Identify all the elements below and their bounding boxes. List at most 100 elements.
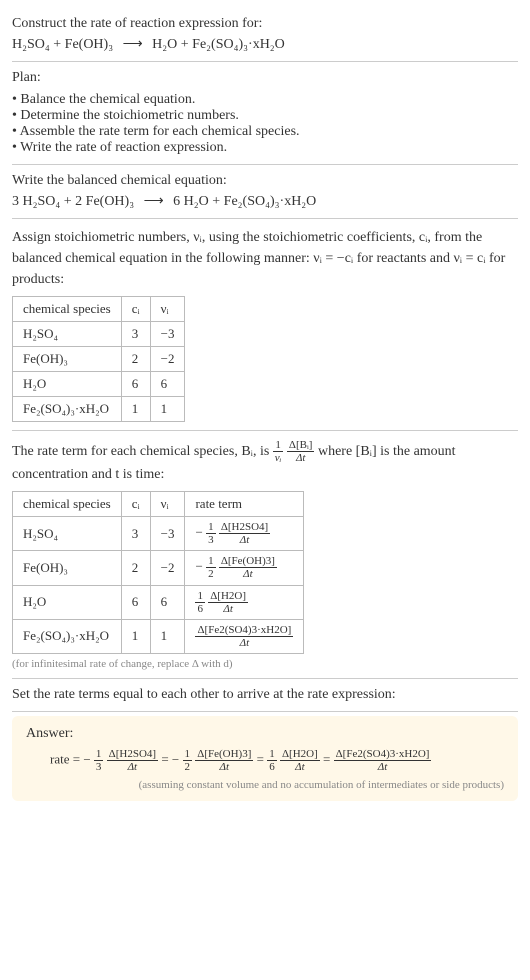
col-header: νᵢ xyxy=(150,492,185,517)
coef-frac: 12 xyxy=(183,748,193,773)
conc-frac: Δ[H2SO4]Δt xyxy=(219,521,270,546)
rate-term-cell: − 13 Δ[H2SO4]Δt xyxy=(185,517,304,551)
table-row: H₂SO₄ 3 −3 xyxy=(13,322,185,347)
final-title: Set the rate terms equal to each other t… xyxy=(12,687,518,703)
stoich-section: Assign stoichiometric numbers, νᵢ, using… xyxy=(12,219,518,431)
answer-title: Answer: xyxy=(26,726,504,742)
nu-cell: −3 xyxy=(150,322,185,347)
rate-intro: The rate term for each chemical species,… xyxy=(12,439,518,485)
frac-num: 1 xyxy=(273,439,284,452)
plan-section: Plan: Balance the chemical equation. Det… xyxy=(12,62,518,165)
species-cell: Fe₂(SO₄)₃·xH₂O xyxy=(13,619,122,653)
reactants: H₂SO₄ + Fe(OH)₃ xyxy=(12,37,113,52)
answer-term: − 13 Δ[H2SO4]Δt xyxy=(83,752,161,767)
c-cell: 6 xyxy=(121,372,150,397)
coef-frac: 12 xyxy=(206,555,216,580)
nu-cell: 6 xyxy=(150,585,185,619)
c-cell: 1 xyxy=(121,619,150,653)
stoich-table: chemical species cᵢ νᵢ H₂SO₄ 3 −3 Fe(OH)… xyxy=(12,296,185,422)
table-header-row: chemical species cᵢ νᵢ xyxy=(13,297,185,322)
plan-item: Balance the chemical equation. xyxy=(12,92,518,108)
rate-term-cell: − 12 Δ[Fe(OH)3]Δt xyxy=(185,551,304,585)
sign: − xyxy=(172,752,179,767)
balanced-equation: 3 H₂SO₄ + 2 Fe(OH)₃ ⟶ 6 H₂O + Fe₂(SO₄)₃·… xyxy=(12,193,518,210)
conc-frac: Δ[Fe(OH)3]Δt xyxy=(195,748,253,773)
coef-frac: 13 xyxy=(94,748,104,773)
plan-item: Write the rate of reaction expression. xyxy=(12,140,518,156)
c-cell: 2 xyxy=(121,347,150,372)
col-header: chemical species xyxy=(13,492,122,517)
equals: = xyxy=(257,752,268,767)
rate-intro-a: The rate term for each chemical species,… xyxy=(12,444,273,459)
answer-term: − 12 Δ[Fe(OH)3]Δt xyxy=(172,752,257,767)
products: H₂O + Fe₂(SO₄)₃·xH₂O xyxy=(152,37,285,52)
balanced-title: Write the balanced chemical equation: xyxy=(12,173,518,189)
species-cell: Fe(OH)₃ xyxy=(13,347,122,372)
c-cell: 2 xyxy=(121,551,150,585)
unbalanced-equation: H₂SO₄ + Fe(OH)₃ ⟶ H₂O + Fe₂(SO₄)₃·xH₂O xyxy=(12,36,518,53)
nu-cell: 1 xyxy=(150,397,185,422)
reaction-arrow: ⟶ xyxy=(144,193,164,210)
rate-label: rate = xyxy=(50,752,80,767)
frac-den: Δt xyxy=(287,452,315,464)
conc-frac: Δ[H2SO4]Δt xyxy=(107,748,158,773)
equals: = xyxy=(161,752,172,767)
c-cell: 3 xyxy=(121,322,150,347)
rate-term-cell: Δ[Fe2(SO4)3·xH2O]Δt xyxy=(185,619,304,653)
rate-term-cell: 16 Δ[H2O]Δt xyxy=(185,585,304,619)
conc-fraction: Δ[Bᵢ] Δt xyxy=(287,439,315,464)
coef-frac: 16 xyxy=(267,748,277,773)
nu-cell: 1 xyxy=(150,619,185,653)
species-cell: H₂SO₄ xyxy=(13,322,122,347)
answer-term: Δ[Fe2(SO4)3·xH2O]Δt xyxy=(334,752,432,767)
frac-den: νᵢ xyxy=(273,452,284,464)
conc-frac: Δ[Fe2(SO4)3·xH2O]Δt xyxy=(195,624,293,649)
answer-term: 16 Δ[H2O]Δt xyxy=(267,752,323,767)
plan-item: Determine the stoichiometric numbers. xyxy=(12,108,518,124)
species-cell: H₂SO₄ xyxy=(13,517,122,551)
conc-frac: Δ[Fe(OH)3]Δt xyxy=(219,555,277,580)
species-cell: H₂O xyxy=(13,372,122,397)
rate-section: The rate term for each chemical species,… xyxy=(12,431,518,679)
final-section: Set the rate terms equal to each other t… xyxy=(12,679,518,712)
balanced-products: 6 H₂O + Fe₂(SO₄)₃·xH₂O xyxy=(173,194,316,209)
species-cell: Fe(OH)₃ xyxy=(13,551,122,585)
col-header: cᵢ xyxy=(121,492,150,517)
coef-frac: 13 xyxy=(206,521,216,546)
table-header-row: chemical species cᵢ νᵢ rate term xyxy=(13,492,304,517)
nu-cell: −3 xyxy=(150,517,185,551)
c-cell: 1 xyxy=(121,397,150,422)
table-row: Fe₂(SO₄)₃·xH₂O 1 1 xyxy=(13,397,185,422)
table-row: Fe(OH)₃ 2 −2 xyxy=(13,347,185,372)
nu-fraction: 1 νᵢ xyxy=(273,439,284,464)
rate-footnote: (for infinitesimal rate of change, repla… xyxy=(12,658,518,670)
nu-cell: 6 xyxy=(150,372,185,397)
sign: − xyxy=(83,752,90,767)
table-row: Fe₂(SO₄)₃·xH₂O 1 1 Δ[Fe2(SO4)3·xH2O]Δt xyxy=(13,619,304,653)
species-cell: H₂O xyxy=(13,585,122,619)
table-row: Fe(OH)₃ 2 −2 − 12 Δ[Fe(OH)3]Δt xyxy=(13,551,304,585)
answer-box: Answer: rate = − 13 Δ[H2SO4]Δt = − 12 Δ[… xyxy=(12,716,518,801)
conc-frac: Δ[Fe2(SO4)3·xH2O]Δt xyxy=(334,748,432,773)
balanced-section: Write the balanced chemical equation: 3 … xyxy=(12,165,518,219)
balanced-reactants: 3 H₂SO₄ + 2 Fe(OH)₃ xyxy=(12,194,134,209)
rate-table: chemical species cᵢ νᵢ rate term H₂SO₄ 3… xyxy=(12,491,304,654)
table-row: H₂SO₄ 3 −3 − 13 Δ[H2SO4]Δt xyxy=(13,517,304,551)
c-cell: 6 xyxy=(121,585,150,619)
table-row: H₂O 6 6 xyxy=(13,372,185,397)
plan-title: Plan: xyxy=(12,70,518,86)
conc-frac: Δ[H2O]Δt xyxy=(280,748,320,773)
sign: − xyxy=(195,525,202,540)
nu-cell: −2 xyxy=(150,347,185,372)
col-header: rate term xyxy=(185,492,304,517)
table-row: H₂O 6 6 16 Δ[H2O]Δt xyxy=(13,585,304,619)
frac-num: Δ[Bᵢ] xyxy=(287,439,315,452)
plan-item: Assemble the rate term for each chemical… xyxy=(12,124,518,140)
col-header: cᵢ xyxy=(121,297,150,322)
reaction-arrow: ⟶ xyxy=(123,36,143,53)
equals: = xyxy=(323,752,334,767)
coef-frac: 16 xyxy=(195,590,205,615)
c-cell: 3 xyxy=(121,517,150,551)
species-cell: Fe₂(SO₄)₃·xH₂O xyxy=(13,397,122,422)
col-header: chemical species xyxy=(13,297,122,322)
